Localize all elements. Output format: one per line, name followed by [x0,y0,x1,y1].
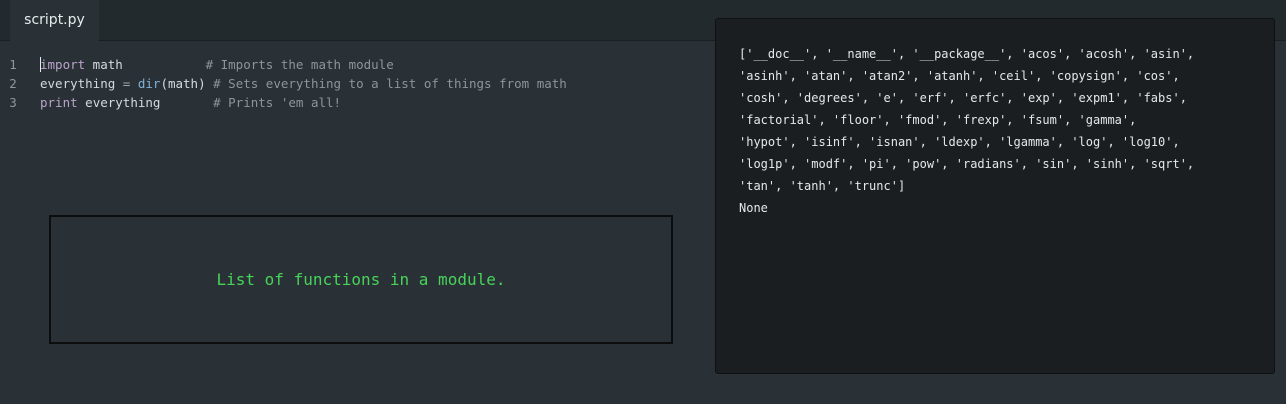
code-line[interactable]: 1 import math # Imports the math module [0,55,700,74]
line-number: 2 [9,76,17,91]
code-text[interactable]: print everything # Prints 'em all! [40,93,341,112]
code-line[interactable]: 3 print everything # Prints 'em all! [0,93,700,112]
code-line[interactable]: 2 everything = dir(math) # Sets everythin… [0,74,700,93]
caption-text: List of functions in a module. [216,270,506,289]
code-token: (math) [160,76,214,91]
output-line: 'hypot', 'isinf', 'isnan', 'ldexp', 'lga… [739,135,1180,149]
code-text[interactable]: import math # Imports the math module [40,55,394,74]
line-number: 3 [9,95,17,110]
code-text[interactable]: everything = dir(math) # Sets everything… [40,74,567,93]
code-token: # Sets everything to a list of things fr… [213,76,567,91]
code-token: everything [40,76,123,91]
code-editor[interactable]: 1 import math # Imports the math module 2 e… [0,55,700,112]
code-token: print [40,95,78,110]
code-token: math [85,57,206,72]
code-token: # Imports the math module [205,57,394,72]
code-token: dir [137,76,161,91]
code-token: everything [77,95,214,110]
tab-script-py[interactable]: script.py [10,0,99,41]
output-line: 'log1p', 'modf', 'pi', 'pow', 'radians',… [739,157,1195,171]
output-line: 'cosh', 'degrees', 'e', 'erf', 'erfc', '… [739,91,1187,105]
output-line: None [739,201,768,215]
code-token: # Prints 'em all! [213,95,342,110]
caption-box: List of functions in a module. [49,215,673,344]
output-line: 'tan', 'tanh', 'trunc'] [739,179,906,193]
output-line: ['__doc__', '__name__', '__package__', '… [739,47,1195,61]
line-number: 1 [9,57,17,72]
output-line: 'asinh', 'atan', 'atan2', 'atanh', 'ceil… [739,69,1180,83]
output-line: 'factorial', 'floor', 'fmod', 'frexp', '… [739,113,1137,127]
code-token: import [40,57,86,72]
output-console: ['__doc__', '__name__', '__package__', '… [715,18,1275,374]
